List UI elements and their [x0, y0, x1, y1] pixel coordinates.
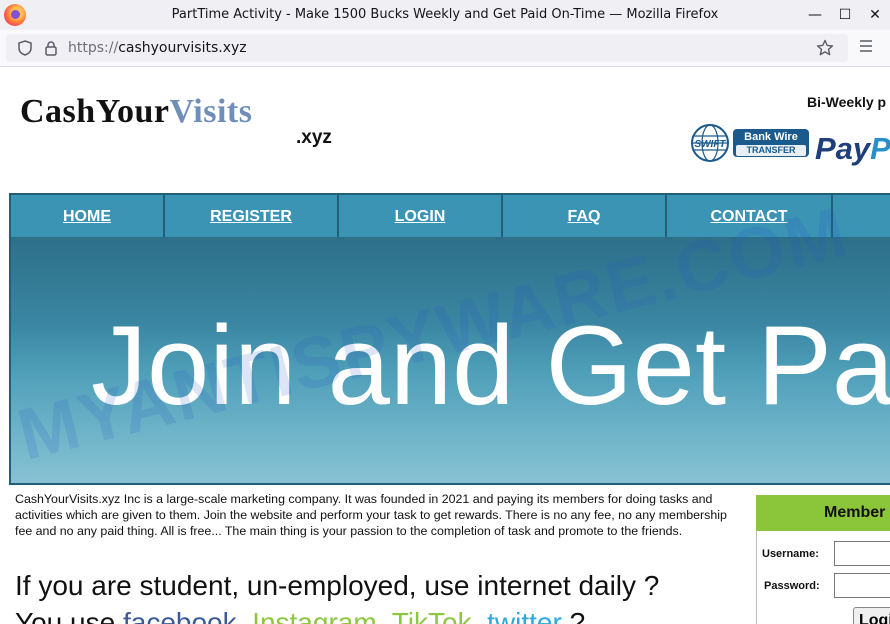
- q2-twitter: twitter: [487, 607, 562, 624]
- logo-cash-text: CashYour: [20, 93, 170, 130]
- bank-wire-line1: Bank Wire: [744, 131, 798, 143]
- password-input[interactable]: [834, 573, 890, 598]
- site-logo[interactable]: CashYourVisits: [20, 93, 252, 131]
- nav-faq[interactable]: FAQ: [503, 195, 667, 239]
- logo-tld: .xyz: [296, 127, 332, 148]
- main-nav: HOME REGISTER LOGIN FAQ CONTACT: [9, 193, 890, 239]
- q2-facebook: facebook: [122, 607, 237, 624]
- username-input[interactable]: [834, 541, 890, 566]
- bookmark-star-icon[interactable]: [816, 39, 834, 57]
- url-host: cashyourvisits.xyz: [118, 40, 247, 56]
- url-text[interactable]: https://cashyourvisits.xyz: [68, 40, 247, 56]
- nav-login[interactable]: LOGIN: [339, 195, 503, 239]
- member-form: Username: Password: Login: [756, 531, 890, 624]
- browser-toolbar: https://cashyourvisits.xyz: [0, 30, 890, 67]
- hero-banner: Join and Get Paid: [9, 237, 890, 485]
- q2-sep3: ,: [471, 607, 480, 624]
- close-button[interactable]: ✕: [860, 0, 890, 30]
- web-page: CashYourVisits .xyz Bi-Weekly p SWIFT Ba…: [0, 67, 890, 624]
- shield-icon[interactable]: [18, 40, 32, 56]
- intro-paragraph: CashYourVisits.xyz Inc is a large-scale …: [15, 492, 727, 538]
- minimize-button[interactable]: —: [800, 0, 830, 30]
- paypal-pay: Pay: [815, 131, 871, 166]
- swift-label: SWIFT: [694, 139, 726, 150]
- bank-wire-badge: Bank Wire TRANSFER: [733, 129, 809, 157]
- q2-prefix: You use: [15, 607, 116, 624]
- banner-headline: Join and Get Paid: [91, 303, 890, 428]
- q2-instagram: Instagram: [252, 607, 377, 624]
- password-label: Password:: [764, 580, 820, 592]
- maximize-button[interactable]: ☐: [830, 0, 860, 30]
- lock-icon[interactable]: [44, 40, 58, 56]
- url-scheme: https://: [68, 40, 119, 56]
- window-title: PartTime Activity - Make 1500 Bucks Week…: [171, 7, 719, 22]
- member-login-panel: Member Username: Password: Login: [756, 495, 890, 624]
- biweekly-text: Bi-Weekly p: [807, 94, 887, 110]
- nav-home[interactable]: HOME: [11, 195, 165, 239]
- q2-tiktok: TikTok: [391, 607, 472, 624]
- q2-suffix: ?: [569, 607, 586, 624]
- login-button[interactable]: Login: [853, 607, 890, 624]
- paypal-pal: P: [870, 131, 890, 166]
- swift-globe-icon: SWIFT: [691, 124, 729, 162]
- bank-wire-line2: TRANSFER: [736, 145, 806, 156]
- nav-contact[interactable]: CONTACT: [667, 195, 833, 239]
- paypal-logo: PayP: [815, 131, 890, 167]
- window-titlebar: PartTime Activity - Make 1500 Bucks Week…: [0, 0, 890, 31]
- question-line-2: You use facebook, Instagram, TikTok, twi…: [15, 607, 585, 624]
- q2-sep1: ,: [236, 607, 245, 624]
- question-line-1: If you are student, un-employed, use int…: [15, 570, 660, 601]
- q2-sep2: ,: [376, 607, 385, 624]
- logo-visits-text: Visits: [169, 93, 253, 130]
- member-header: Member: [756, 495, 890, 531]
- hamburger-menu-icon[interactable]: [858, 38, 874, 54]
- url-bar[interactable]: https://cashyourvisits.xyz: [6, 34, 848, 62]
- nav-register[interactable]: REGISTER: [165, 195, 339, 239]
- username-label: Username:: [762, 548, 819, 560]
